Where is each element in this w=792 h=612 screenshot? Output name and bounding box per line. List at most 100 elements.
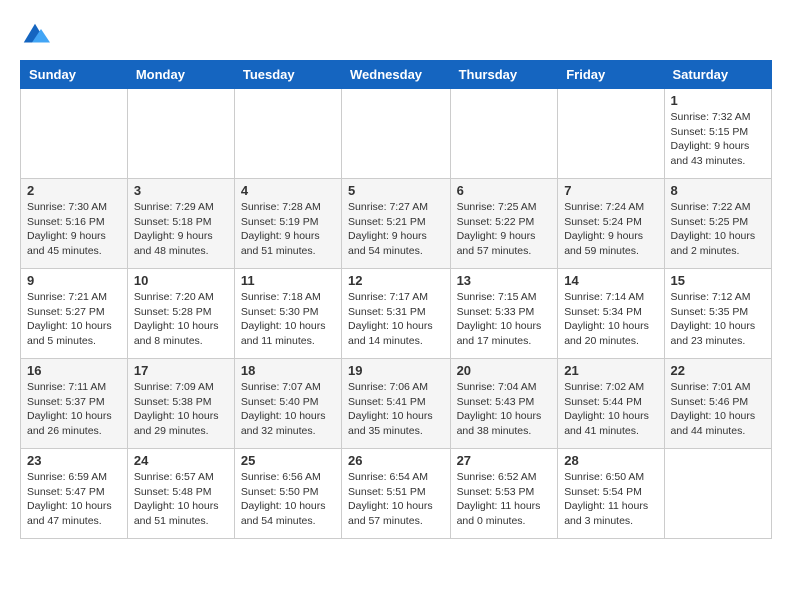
calendar-cell: 25 Sunrise: 6:56 AM Sunset: 5:50 PM Dayli…: [234, 449, 341, 539]
day-number: 12: [348, 273, 444, 288]
day-info: Sunrise: 7:07 AM Sunset: 5:40 PM Dayligh…: [241, 380, 335, 439]
day-info: Sunrise: 6:54 AM Sunset: 5:51 PM Dayligh…: [348, 470, 444, 529]
calendar-cell: 2 Sunrise: 7:30 AM Sunset: 5:16 PM Daylig…: [21, 179, 128, 269]
day-header-thursday: Thursday: [450, 61, 558, 89]
day-info: Sunrise: 7:06 AM Sunset: 5:41 PM Dayligh…: [348, 380, 444, 439]
calendar-cell: 24 Sunrise: 6:57 AM Sunset: 5:48 PM Dayli…: [127, 449, 234, 539]
day-number: 24: [134, 453, 228, 468]
calendar-cell: [450, 89, 558, 179]
day-number: 28: [564, 453, 657, 468]
day-info: Sunrise: 7:02 AM Sunset: 5:44 PM Dayligh…: [564, 380, 657, 439]
calendar-cell: [558, 89, 664, 179]
day-info: Sunrise: 7:15 AM Sunset: 5:33 PM Dayligh…: [457, 290, 552, 349]
day-header-friday: Friday: [558, 61, 664, 89]
calendar-cell: [21, 89, 128, 179]
day-number: 20: [457, 363, 552, 378]
calendar-cell: 12 Sunrise: 7:17 AM Sunset: 5:31 PM Dayli…: [342, 269, 451, 359]
calendar-cell: 10 Sunrise: 7:20 AM Sunset: 5:28 PM Dayli…: [127, 269, 234, 359]
day-number: 17: [134, 363, 228, 378]
day-number: 13: [457, 273, 552, 288]
day-info: Sunrise: 7:18 AM Sunset: 5:30 PM Dayligh…: [241, 290, 335, 349]
day-number: 21: [564, 363, 657, 378]
page-header: [20, 20, 772, 50]
calendar-cell: 20 Sunrise: 7:04 AM Sunset: 5:43 PM Dayli…: [450, 359, 558, 449]
day-info: Sunrise: 7:17 AM Sunset: 5:31 PM Dayligh…: [348, 290, 444, 349]
calendar-cell: 14 Sunrise: 7:14 AM Sunset: 5:34 PM Dayli…: [558, 269, 664, 359]
week-row-0: 1Sunrise: 7:32 AM Sunset: 5:15 PM Daylig…: [21, 89, 772, 179]
day-header-monday: Monday: [127, 61, 234, 89]
day-header-sunday: Sunday: [21, 61, 128, 89]
day-info: Sunrise: 6:52 AM Sunset: 5:53 PM Dayligh…: [457, 470, 552, 529]
day-number: 4: [241, 183, 335, 198]
week-row-1: 2 Sunrise: 7:30 AM Sunset: 5:16 PM Daylig…: [21, 179, 772, 269]
day-number: 22: [671, 363, 765, 378]
day-info: Sunrise: 7:09 AM Sunset: 5:38 PM Dayligh…: [134, 380, 228, 439]
day-number: 14: [564, 273, 657, 288]
day-number: 9: [27, 273, 121, 288]
day-number: 7: [564, 183, 657, 198]
calendar-cell: 28 Sunrise: 6:50 AM Sunset: 5:54 PM Dayli…: [558, 449, 664, 539]
calendar-cell: [664, 449, 771, 539]
day-info: Sunrise: 7:14 AM Sunset: 5:34 PM Dayligh…: [564, 290, 657, 349]
calendar-cell: 18 Sunrise: 7:07 AM Sunset: 5:40 PM Dayli…: [234, 359, 341, 449]
calendar-cell: [127, 89, 234, 179]
day-number: 2: [27, 183, 121, 198]
logo: [20, 20, 54, 50]
calendar-cell: [234, 89, 341, 179]
day-number: 5: [348, 183, 444, 198]
day-info: Sunrise: 7:27 AM Sunset: 5:21 PM Dayligh…: [348, 200, 444, 259]
day-number: 6: [457, 183, 552, 198]
day-info: Sunrise: 7:25 AM Sunset: 5:22 PM Dayligh…: [457, 200, 552, 259]
calendar-cell: 23Sunrise: 6:59 AM Sunset: 5:47 PM Dayli…: [21, 449, 128, 539]
day-info: Sunrise: 6:57 AM Sunset: 5:48 PM Dayligh…: [134, 470, 228, 529]
calendar-cell: 3 Sunrise: 7:29 AM Sunset: 5:18 PM Daylig…: [127, 179, 234, 269]
day-info: Sunrise: 7:01 AM Sunset: 5:46 PM Dayligh…: [671, 380, 765, 439]
calendar-cell: 7 Sunrise: 7:24 AM Sunset: 5:24 PM Daylig…: [558, 179, 664, 269]
day-number: 10: [134, 273, 228, 288]
day-info: Sunrise: 7:20 AM Sunset: 5:28 PM Dayligh…: [134, 290, 228, 349]
day-info: Sunrise: 7:12 AM Sunset: 5:35 PM Dayligh…: [671, 290, 765, 349]
calendar-cell: 27 Sunrise: 6:52 AM Sunset: 5:53 PM Dayli…: [450, 449, 558, 539]
calendar-cell: 8 Sunrise: 7:22 AM Sunset: 5:25 PM Daylig…: [664, 179, 771, 269]
calendar-cell: 9Sunrise: 7:21 AM Sunset: 5:27 PM Daylig…: [21, 269, 128, 359]
day-info: Sunrise: 7:28 AM Sunset: 5:19 PM Dayligh…: [241, 200, 335, 259]
day-info: Sunrise: 7:30 AM Sunset: 5:16 PM Dayligh…: [27, 200, 121, 259]
day-number: 11: [241, 273, 335, 288]
calendar-table: SundayMondayTuesdayWednesdayThursdayFrid…: [20, 60, 772, 539]
day-number: 18: [241, 363, 335, 378]
calendar-cell: 1Sunrise: 7:32 AM Sunset: 5:15 PM Daylig…: [664, 89, 771, 179]
calendar-cell: 15 Sunrise: 7:12 AM Sunset: 5:35 PM Dayli…: [664, 269, 771, 359]
calendar-cell: 4 Sunrise: 7:28 AM Sunset: 5:19 PM Daylig…: [234, 179, 341, 269]
day-number: 15: [671, 273, 765, 288]
calendar-cell: 21 Sunrise: 7:02 AM Sunset: 5:44 PM Dayli…: [558, 359, 664, 449]
day-info: Sunrise: 7:32 AM Sunset: 5:15 PM Dayligh…: [671, 110, 765, 169]
calendar-cell: 26 Sunrise: 6:54 AM Sunset: 5:51 PM Dayli…: [342, 449, 451, 539]
week-row-3: 16Sunrise: 7:11 AM Sunset: 5:37 PM Dayli…: [21, 359, 772, 449]
day-header-wednesday: Wednesday: [342, 61, 451, 89]
day-info: Sunrise: 7:04 AM Sunset: 5:43 PM Dayligh…: [457, 380, 552, 439]
day-header-saturday: Saturday: [664, 61, 771, 89]
day-number: 27: [457, 453, 552, 468]
day-info: Sunrise: 7:29 AM Sunset: 5:18 PM Dayligh…: [134, 200, 228, 259]
day-number: 3: [134, 183, 228, 198]
day-header-tuesday: Tuesday: [234, 61, 341, 89]
calendar-cell: 6 Sunrise: 7:25 AM Sunset: 5:22 PM Daylig…: [450, 179, 558, 269]
logo-icon: [20, 20, 50, 50]
day-info: Sunrise: 7:24 AM Sunset: 5:24 PM Dayligh…: [564, 200, 657, 259]
day-info: Sunrise: 6:56 AM Sunset: 5:50 PM Dayligh…: [241, 470, 335, 529]
calendar-cell: 17 Sunrise: 7:09 AM Sunset: 5:38 PM Dayli…: [127, 359, 234, 449]
day-number: 8: [671, 183, 765, 198]
calendar-cell: 16Sunrise: 7:11 AM Sunset: 5:37 PM Dayli…: [21, 359, 128, 449]
calendar-cell: 22 Sunrise: 7:01 AM Sunset: 5:46 PM Dayli…: [664, 359, 771, 449]
calendar-cell: 13 Sunrise: 7:15 AM Sunset: 5:33 PM Dayli…: [450, 269, 558, 359]
day-info: Sunrise: 6:50 AM Sunset: 5:54 PM Dayligh…: [564, 470, 657, 529]
day-number: 26: [348, 453, 444, 468]
calendar-header-row: SundayMondayTuesdayWednesdayThursdayFrid…: [21, 61, 772, 89]
day-info: Sunrise: 6:59 AM Sunset: 5:47 PM Dayligh…: [27, 470, 121, 529]
day-info: Sunrise: 7:22 AM Sunset: 5:25 PM Dayligh…: [671, 200, 765, 259]
calendar-cell: 5 Sunrise: 7:27 AM Sunset: 5:21 PM Daylig…: [342, 179, 451, 269]
day-info: Sunrise: 7:11 AM Sunset: 5:37 PM Dayligh…: [27, 380, 121, 439]
calendar-cell: 19Sunrise: 7:06 AM Sunset: 5:41 PM Dayli…: [342, 359, 451, 449]
day-number: 25: [241, 453, 335, 468]
calendar-cell: [342, 89, 451, 179]
